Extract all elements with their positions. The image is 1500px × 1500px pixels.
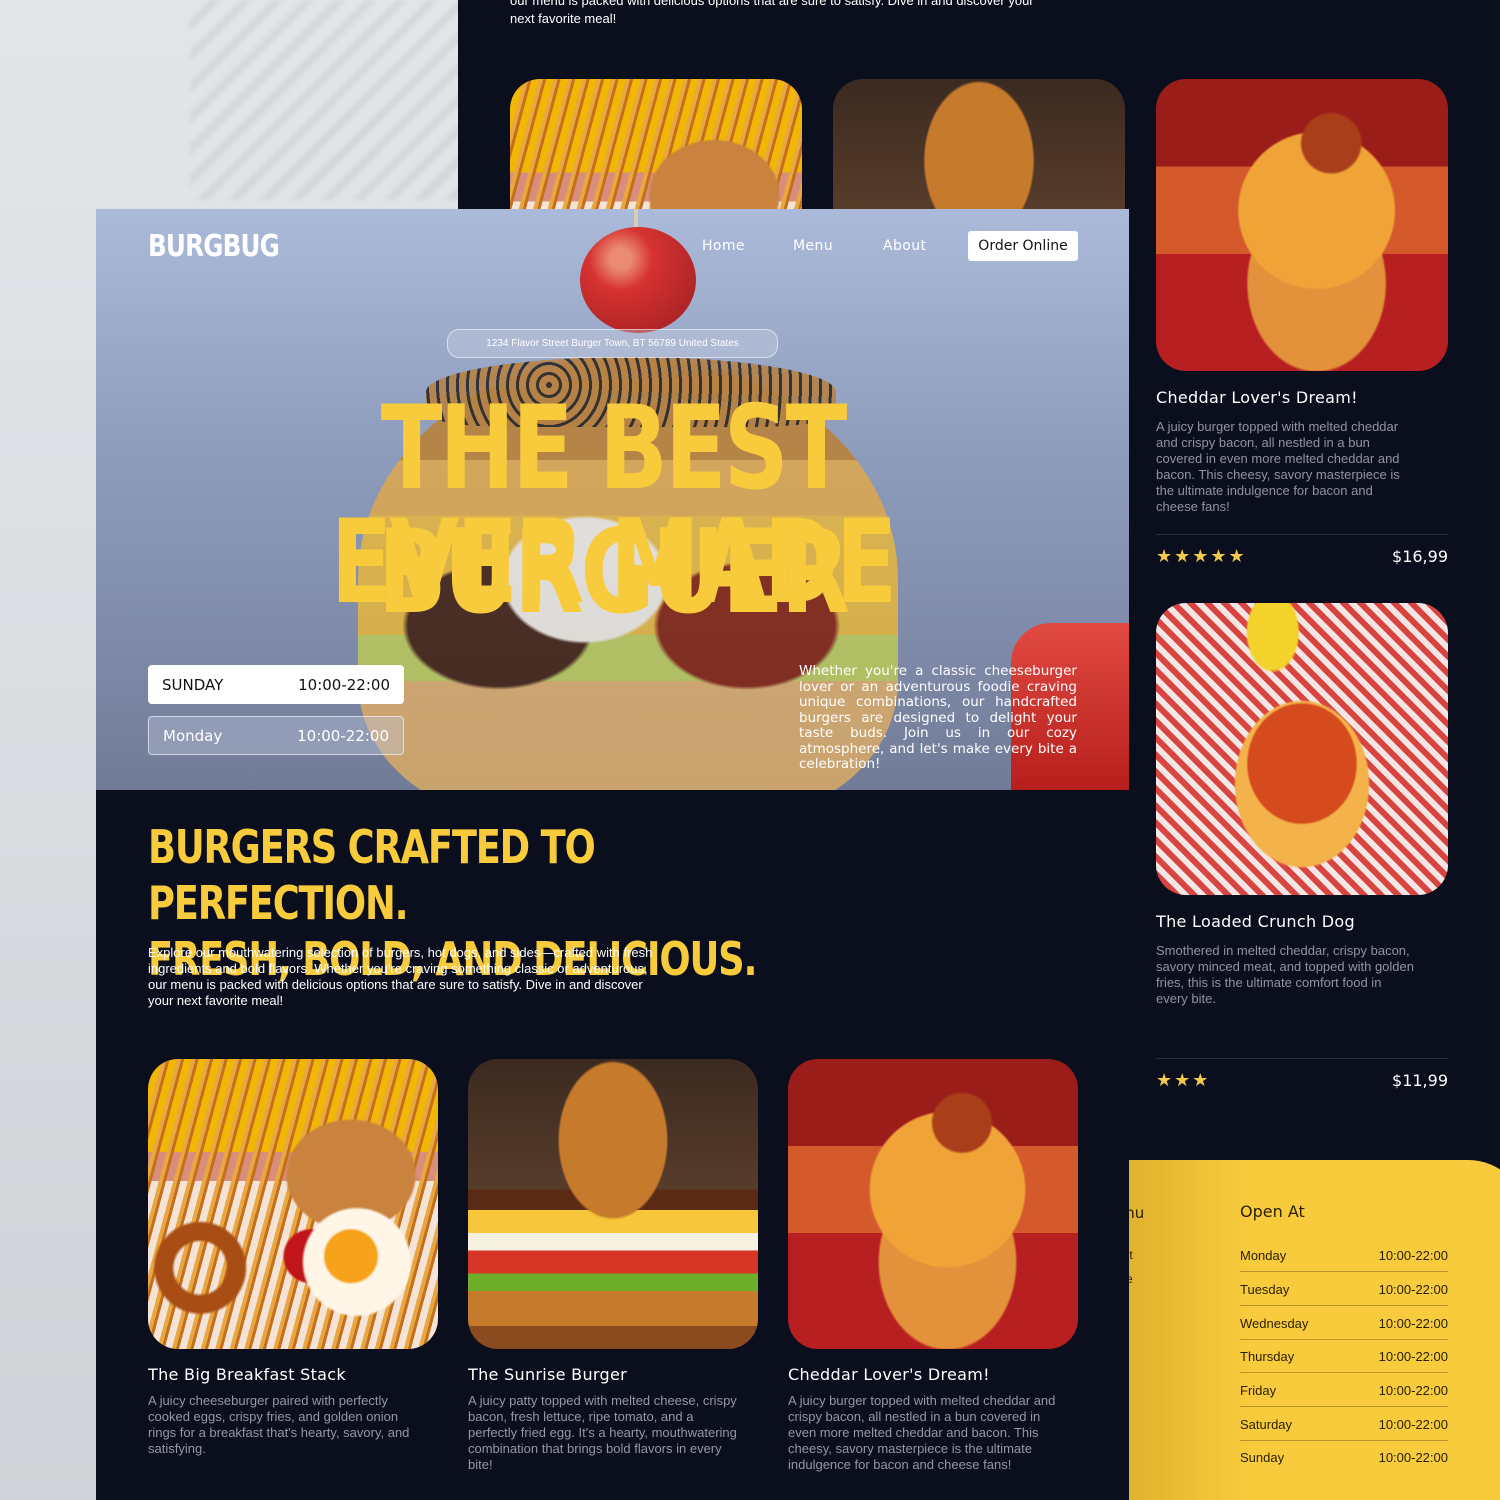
side-item-title: The Loaded Crunch Dog xyxy=(1156,912,1355,931)
hours-tab-monday[interactable]: Monday 10:00-22:00 xyxy=(148,716,404,755)
menu-card-description: A juicy cheeseburger paired with perfect… xyxy=(148,1393,410,1456)
side-item-title: Cheddar Lover's Dream! xyxy=(1156,388,1358,407)
schedule-time: 10:00-22:00 xyxy=(1378,1316,1448,1331)
side-item-description: A juicy burger topped with melted chedda… xyxy=(1156,419,1400,514)
schedule-row: Wednesday 10:00-22:00 xyxy=(1240,1316,1448,1331)
hero-description: Whether you're a classic cheeseburger lo… xyxy=(799,663,1077,772)
schedule-time: 10:00-22:00 xyxy=(1378,1248,1448,1263)
menu-card-title: The Big Breakfast Stack xyxy=(148,1365,346,1384)
nav-menu[interactable]: Menu xyxy=(793,238,833,254)
hero-headline-line2: EVER MADE xyxy=(330,495,898,630)
footer: enu out me Open At Monday10:00-22:00 Tue… xyxy=(1128,1160,1500,1500)
menu-card[interactable]: Cheddar Lover's Dream! A juicy burger to… xyxy=(788,1059,1078,1473)
schedule-time: 10:00-22:00 xyxy=(1378,1383,1448,1398)
menu-card[interactable]: The Sunrise Burger A juicy patty topped … xyxy=(468,1059,758,1473)
side-item-rating-row: ★★★★★ $16,99 xyxy=(1156,546,1448,567)
schedule-row: Sunday 10:00-22:00 xyxy=(1240,1450,1448,1465)
schedule-day: Monday xyxy=(1240,1248,1287,1263)
schedule-day: Sunday xyxy=(1240,1450,1285,1465)
divider xyxy=(1240,1271,1448,1272)
divider xyxy=(1240,1305,1448,1306)
menu-card-image[interactable] xyxy=(148,1059,438,1349)
star-rating-icon: ★★★★★ xyxy=(1156,546,1247,566)
hours-tab-sunday[interactable]: SUNDAY 10:00-22:00 xyxy=(148,665,404,704)
divider xyxy=(1240,1406,1448,1407)
side-item-hotdog[interactable]: The Loaded Crunch Dog Smothered in melte… xyxy=(1156,912,1448,1007)
schedule-day: Wednesday xyxy=(1240,1316,1309,1331)
section-title-line1: BURGERS CRAFTED TO PERFECTION. xyxy=(148,820,596,930)
divider xyxy=(1240,1440,1448,1441)
nav-home[interactable]: Home xyxy=(702,238,745,254)
side-item-image-cheddar[interactable] xyxy=(1156,79,1448,371)
address-badge: 1234 Flavor Street Burger Town, BT 56789… xyxy=(447,329,778,358)
side-item-image-hotdog[interactable] xyxy=(1156,603,1448,895)
order-online-button[interactable]: Order Online xyxy=(968,231,1078,261)
nav-about[interactable]: About xyxy=(883,238,926,254)
menu-card-title: Cheddar Lover's Dream! xyxy=(788,1365,990,1384)
schedule-day: Friday xyxy=(1240,1383,1277,1398)
schedule-day: Thursday xyxy=(1240,1349,1295,1364)
menu-card-description: A juicy patty topped with melted cheese,… xyxy=(468,1393,737,1472)
hours-day: Monday xyxy=(163,726,223,745)
schedule-time: 10:00-22:00 xyxy=(1378,1349,1448,1364)
front-page: BURGBUG Home Menu About Order Online 123… xyxy=(96,209,1129,1500)
price: $16,99 xyxy=(1392,547,1448,566)
back-section-description: our menu is packed with delicious option… xyxy=(510,0,1034,26)
menu-card-title: The Sunrise Burger xyxy=(468,1365,627,1384)
hours-time: 10:00-22:00 xyxy=(298,675,390,694)
menu-card-image[interactable] xyxy=(468,1059,758,1349)
shadow-stripes xyxy=(190,0,470,200)
menu-card-description: A juicy burger topped with melted chedda… xyxy=(788,1393,1056,1472)
hours-day: SUNDAY xyxy=(162,675,224,694)
schedule-day: Tuesday xyxy=(1240,1282,1290,1297)
schedule-time: 10:00-22:00 xyxy=(1378,1417,1448,1432)
star-rating-icon: ★★★ xyxy=(1156,1070,1211,1090)
schedule-row: Tuesday 10:00-22:00 xyxy=(1240,1282,1448,1297)
schedule-row: Thursday 10:00-22:00 xyxy=(1240,1349,1448,1364)
logo[interactable]: BURGBUG xyxy=(148,229,280,264)
schedule-time: 10:00-22:00 xyxy=(1378,1282,1448,1297)
menu-card-image[interactable] xyxy=(788,1059,1078,1349)
footer-menu-title: enu xyxy=(1128,1204,1145,1222)
side-item-rating-row: ★★★ $11,99 xyxy=(1156,1070,1448,1091)
side-item-description: Smothered in melted cheddar, crispy baco… xyxy=(1156,943,1414,1006)
footer-shadow xyxy=(1128,1160,1248,1500)
section-description: Explore our mouthwatering selection of b… xyxy=(148,945,653,1008)
divider xyxy=(1156,1058,1448,1059)
hero: BURGBUG Home Menu About Order Online 123… xyxy=(96,209,1129,790)
menu-card[interactable]: The Big Breakfast Stack A juicy cheesebu… xyxy=(148,1059,438,1457)
divider xyxy=(1240,1339,1448,1340)
schedule-row: Saturday 10:00-22:00 xyxy=(1240,1417,1448,1432)
divider xyxy=(1240,1372,1448,1373)
divider xyxy=(1156,534,1448,535)
schedule-row: Friday 10:00-22:00 xyxy=(1240,1383,1448,1398)
side-item-cheddar[interactable]: Cheddar Lover's Dream! A juicy burger to… xyxy=(1156,388,1448,515)
price: $11,99 xyxy=(1392,1071,1448,1090)
hours-time: 10:00-22:00 xyxy=(297,726,389,745)
schedule-row: Monday 10:00-22:00 xyxy=(1240,1248,1448,1263)
open-hours-title: Open At xyxy=(1240,1202,1305,1221)
schedule-day: Saturday xyxy=(1240,1417,1293,1432)
schedule-time: 10:00-22:00 xyxy=(1378,1450,1448,1465)
